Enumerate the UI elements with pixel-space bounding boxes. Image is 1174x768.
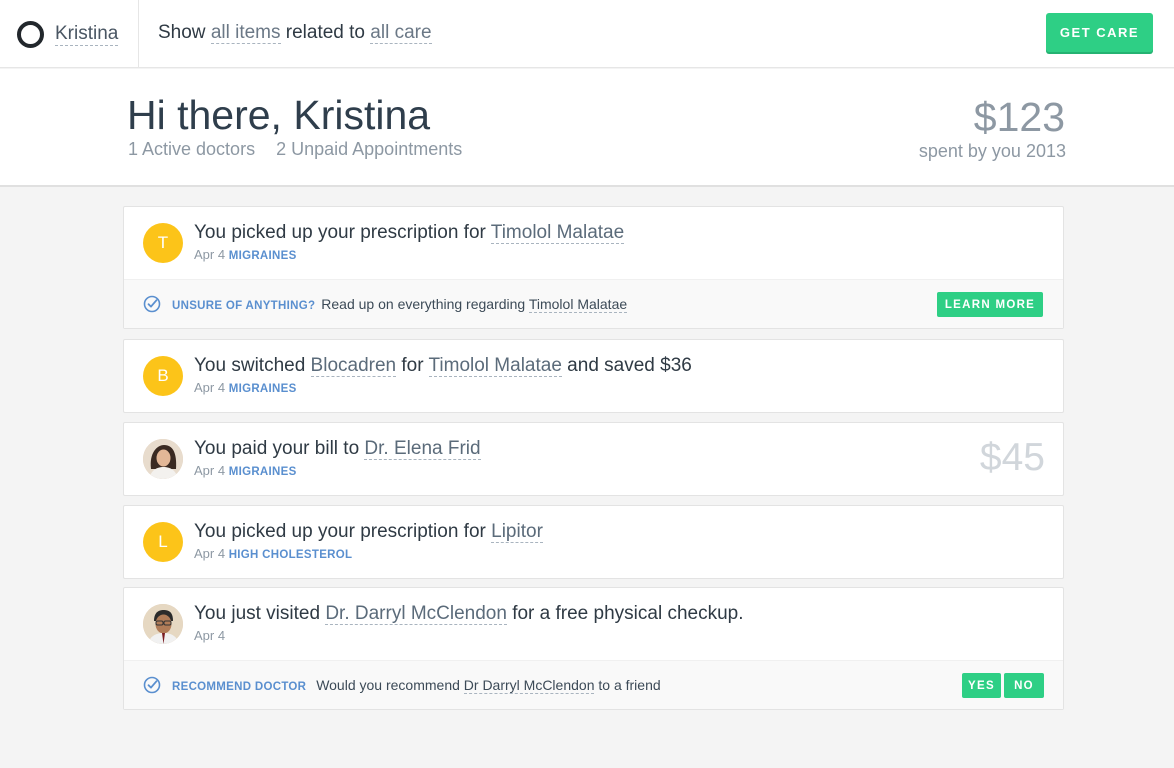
doctor-photo-male-icon (143, 604, 183, 644)
recommend-no-button[interactable]: NO (1004, 673, 1044, 698)
feed-title-text: for a free physical checkup. (506, 603, 744, 624)
filter-middle: related to (280, 22, 371, 43)
feed-title: You picked up your prescription for Timo… (194, 221, 625, 245)
bill-amount: $45 (979, 436, 1045, 479)
footer-text: UNSURE OF ANYTHING? Read up on everything… (172, 296, 628, 313)
feed-card-paid-bill: You paid your bill to Dr. Elena Frid Apr… (123, 422, 1064, 496)
condition-tag[interactable]: MIGRAINES (229, 466, 297, 478)
feed-title-text: and saved $36 (561, 355, 692, 376)
top-bar: Kristina Show all items related to all c… (0, 0, 1174, 68)
spent-amount: $123 (973, 94, 1065, 140)
feed-filter: Show all items related to all care (158, 21, 432, 45)
medication-link[interactable]: Blocadren (310, 355, 397, 377)
footer-text: RECOMMEND DOCTOR Would you recommend Dr … (172, 677, 661, 694)
spent-label: spent by you 2013 (918, 141, 1066, 161)
avatar: L (143, 522, 183, 562)
user-name-link[interactable]: Kristina (55, 23, 119, 46)
feed-meta: Apr 4 (194, 628, 225, 643)
feed-date: Apr 4 (194, 380, 226, 395)
medication-link[interactable]: Timolol Malatae (528, 296, 628, 313)
feed-meta: Apr 4 HIGH CHOLESTEROL (194, 546, 352, 561)
condition-tag[interactable]: MIGRAINES (229, 250, 297, 262)
doctor-photo-female-icon (143, 439, 183, 479)
avatar: T (143, 223, 183, 263)
filter-items-dropdown[interactable]: all items (210, 22, 281, 44)
feed-meta: Apr 4 MIGRAINES (194, 247, 297, 262)
filter-care-dropdown[interactable]: all care (370, 22, 432, 44)
doctor-link[interactable]: Dr. Darryl McClendon (325, 603, 507, 625)
feed-date: Apr 4 (194, 546, 226, 561)
summary-header: Hi there, Kristina 1 Active doctors 2 Un… (0, 69, 1174, 187)
feed-meta: Apr 4 MIGRAINES (194, 380, 297, 395)
medication-link[interactable]: Timolol Malatae (490, 222, 625, 244)
feed-title-text: for (396, 355, 429, 376)
active-doctors-stat[interactable]: 1 Active doctors (128, 139, 255, 159)
logo-ring-icon (17, 20, 44, 48)
footer-label: RECOMMEND DOCTOR (172, 681, 307, 693)
medication-link[interactable]: Lipitor (491, 521, 543, 543)
footer-body: Read up on everything regarding (321, 296, 529, 312)
feed-card-prescription-timolol: T You picked up your prescription for Ti… (123, 206, 1064, 329)
footer-body: to a friend (594, 677, 661, 693)
recommend-yes-button[interactable]: YES (962, 673, 1001, 698)
feed-title-text: You picked up your prescription for (194, 521, 492, 542)
feed-title-text: You paid your bill to (194, 438, 365, 459)
check-circle-icon (143, 295, 161, 313)
feed-card-switched-medication: B You switched Blocadren for Timolol Mal… (123, 339, 1064, 413)
feed-date: Apr 4 (194, 247, 226, 262)
feed-date: Apr 4 (194, 463, 226, 478)
feed-title: You paid your bill to Dr. Elena Frid (194, 437, 481, 461)
user-menu[interactable]: Kristina (0, 0, 139, 68)
page-title: Hi there, Kristina (127, 92, 431, 138)
check-circle-icon (143, 676, 161, 694)
get-care-button[interactable]: GET CARE (1046, 13, 1153, 52)
doctor-avatar (143, 604, 183, 644)
medication-link[interactable]: Timolol Malatae (428, 355, 562, 377)
feed-title-text: You switched (194, 355, 311, 376)
stats-row: 1 Active doctors 2 Unpaid Appointments (128, 139, 478, 160)
feed-card-doctor-visit: You just visited Dr. Darryl McClendon fo… (123, 587, 1064, 710)
feed-title: You switched Blocadren for Timolol Malat… (194, 354, 692, 378)
footer-body: Would you recommend (316, 677, 464, 693)
feed-title: You picked up your prescription for Lipi… (194, 520, 543, 544)
feed-title-text: You just visited (194, 603, 326, 624)
condition-tag[interactable]: MIGRAINES (229, 383, 297, 395)
doctor-link[interactable]: Dr. Elena Frid (364, 438, 481, 460)
doctor-avatar (143, 439, 183, 479)
avatar: B (143, 356, 183, 396)
feed-title: You just visited Dr. Darryl McClendon fo… (194, 602, 744, 626)
doctor-link[interactable]: Dr Darryl McClendon (463, 677, 595, 694)
feed-card-prescription-lipitor: L You picked up your prescription for Li… (123, 505, 1064, 579)
footer-label: UNSURE OF ANYTHING? (172, 300, 316, 312)
feed-title-text: You picked up your prescription for (194, 222, 491, 243)
unpaid-appointments-stat[interactable]: 2 Unpaid Appointments (276, 139, 462, 159)
feed-meta: Apr 4 MIGRAINES (194, 463, 297, 478)
card-footer: RECOMMEND DOCTOR Would you recommend Dr … (124, 660, 1063, 709)
learn-more-button[interactable]: LEARN MORE (937, 292, 1043, 317)
card-footer: UNSURE OF ANYTHING? Read up on everything… (124, 279, 1063, 328)
feed-date: Apr 4 (194, 628, 226, 643)
condition-tag[interactable]: HIGH CHOLESTEROL (229, 549, 353, 561)
filter-prefix: Show (158, 22, 211, 43)
